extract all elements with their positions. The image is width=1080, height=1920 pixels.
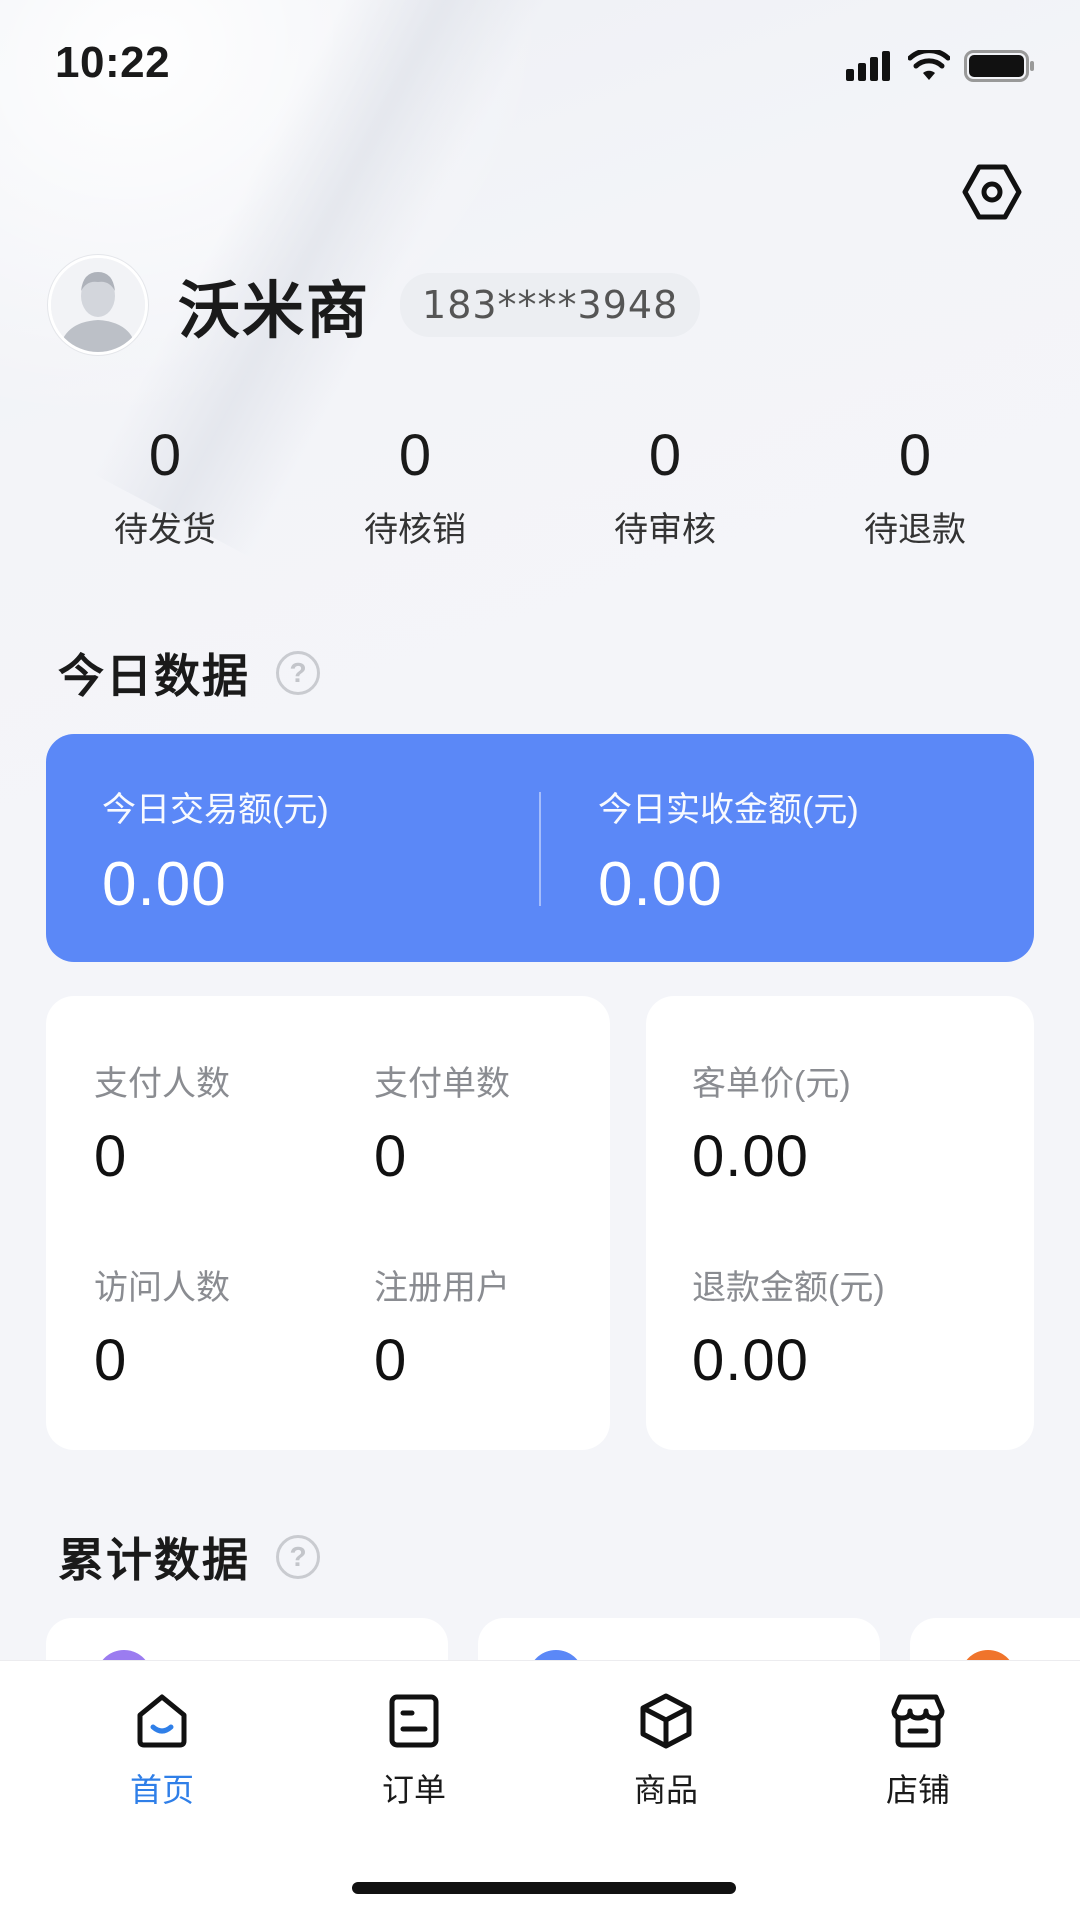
box-icon <box>640 1693 692 1749</box>
user-metrics-card: 支付人数 0 支付单数 0 访问人数 0 注册用户 0 <box>46 996 610 1450</box>
help-icon[interactable]: ? <box>276 651 320 695</box>
merchant-name: 沃米商 <box>178 277 371 346</box>
tab-store[interactable]: 店铺 <box>838 1689 998 1811</box>
metric-label: 注册用户 <box>374 1269 510 1307</box>
order-stat-label: 待退款 <box>864 511 966 549</box>
trade-amount-value: 0.00 <box>102 850 227 919</box>
order-stat-to-ship[interactable]: 0 待发货 <box>40 420 290 551</box>
status-icons <box>846 50 1036 82</box>
received-amount: 今日实收金额(元) 0.00 <box>598 782 859 920</box>
tab-home[interactable]: 首页 <box>82 1689 242 1811</box>
metric-label: 访问人数 <box>94 1269 230 1307</box>
metric-value: 0 <box>374 1124 408 1189</box>
order-icon <box>389 1694 439 1748</box>
today-section-title: 今日数据 <box>58 650 250 702</box>
metric-visitors: 访问人数 0 <box>94 1260 230 1394</box>
metric-pay-orders: 支付单数 0 <box>374 1056 510 1190</box>
user-avatar-icon <box>51 258 145 352</box>
signal-icon <box>846 51 890 81</box>
metric-label: 支付人数 <box>94 1065 230 1103</box>
metric-refund-amount: 退款金额(元) 0.00 <box>692 1260 885 1394</box>
order-stat-to-refund[interactable]: 0 待退款 <box>790 420 1040 551</box>
order-stat-value: 0 <box>148 423 182 488</box>
order-stat-label: 待核销 <box>364 511 466 549</box>
trade-amount: 今日交易额(元) 0.00 <box>102 782 329 920</box>
trade-amount-label: 今日交易额(元) <box>102 791 329 829</box>
metric-registered-users: 注册用户 0 <box>374 1260 510 1394</box>
order-stats: 0 待发货 0 待核销 0 待审核 0 待退款 <box>40 420 1040 551</box>
metric-value: 0 <box>94 1124 128 1189</box>
metric-value: 0 <box>94 1328 128 1393</box>
tab-label: 店铺 <box>885 1772 950 1808</box>
metric-value: 0.00 <box>692 1328 809 1393</box>
order-stat-label: 待发货 <box>114 511 216 549</box>
bottom-tab-bar: 首页 订单 商品 店铺 <box>0 1660 1080 1920</box>
settings-button[interactable] <box>960 160 1024 224</box>
amount-metrics-card: 客单价(元) 0.00 退款金额(元) 0.00 <box>646 996 1034 1450</box>
cumulative-section-title: 累计数据 <box>58 1534 250 1586</box>
metric-avg-price: 客单价(元) 0.00 <box>692 1056 851 1190</box>
home-icon <box>137 1694 187 1748</box>
home-indicator <box>352 1882 736 1894</box>
today-amount-card: 今日交易额(元) 0.00 今日实收金额(元) 0.00 <box>46 734 1034 962</box>
metric-label: 退款金额(元) <box>692 1269 885 1307</box>
tab-orders[interactable]: 订单 <box>334 1689 494 1811</box>
status-time: 10:22 <box>55 38 171 87</box>
tab-label: 商品 <box>633 1772 698 1808</box>
tab-label: 订单 <box>381 1772 446 1808</box>
order-stat-label: 待审核 <box>614 511 716 549</box>
received-amount-value: 0.00 <box>598 850 723 919</box>
order-stat-to-verify[interactable]: 0 待核销 <box>290 420 540 551</box>
today-section-header: 今日数据 ? <box>58 640 320 706</box>
order-stat-value: 0 <box>648 423 682 488</box>
merchant-home-page: 10:22 沃米商 183****3948 0 待发货 0 待核销 0 待审核 … <box>0 0 1080 1920</box>
metric-pay-users: 支付人数 0 <box>94 1056 230 1190</box>
wifi-icon <box>908 50 950 80</box>
tab-label: 首页 <box>129 1772 194 1808</box>
help-icon[interactable]: ? <box>276 1535 320 1579</box>
metric-value: 0.00 <box>692 1124 809 1189</box>
battery-icon <box>964 50 1034 82</box>
card-divider <box>539 792 541 906</box>
phone-badge: 183****3948 <box>400 273 701 337</box>
settings-icon <box>962 164 1022 220</box>
metric-label: 客单价(元) <box>692 1065 851 1103</box>
received-amount-label: 今日实收金额(元) <box>598 791 859 829</box>
order-stat-value: 0 <box>898 423 932 488</box>
metric-value: 0 <box>374 1328 408 1393</box>
tab-products[interactable]: 商品 <box>586 1689 746 1811</box>
order-stat-value: 0 <box>398 423 432 488</box>
status-bar: 10:22 <box>0 0 1080 130</box>
profile-header: 沃米商 183****3948 <box>48 255 701 355</box>
order-stat-to-review[interactable]: 0 待审核 <box>540 420 790 551</box>
cumulative-section-header: 累计数据 ? <box>58 1524 320 1590</box>
store-icon <box>891 1694 945 1748</box>
metric-label: 支付单数 <box>374 1065 510 1103</box>
avatar[interactable] <box>48 255 148 355</box>
